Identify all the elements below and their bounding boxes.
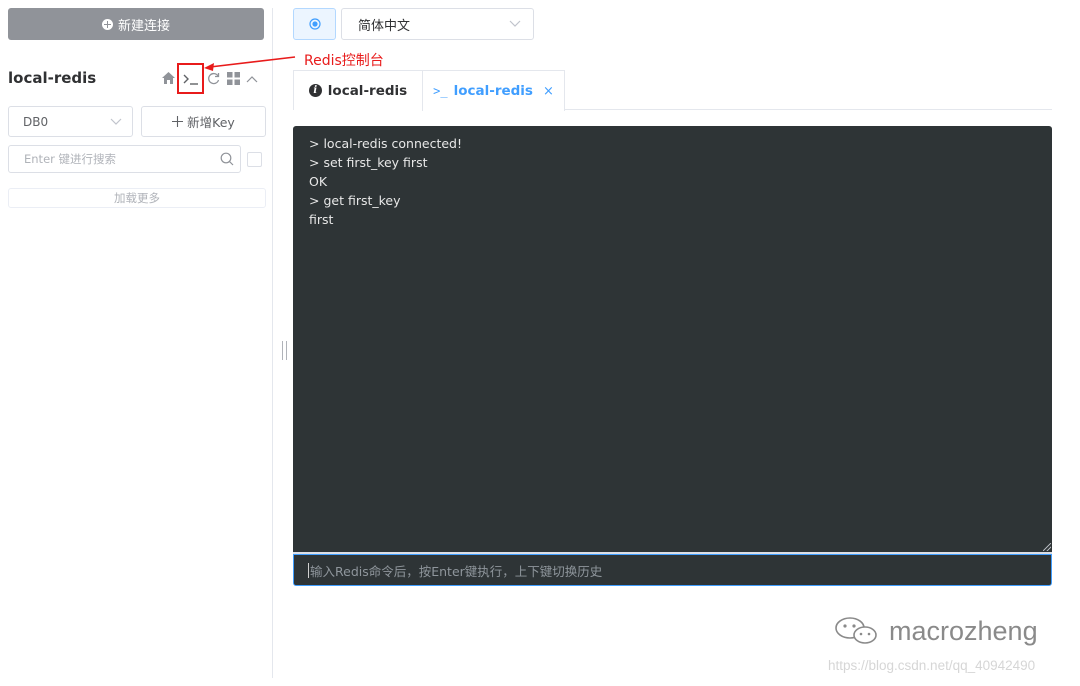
watermark-brand: macrozheng	[833, 615, 1038, 647]
load-more-button[interactable]: 加载更多	[8, 188, 266, 208]
console-line: > get first_key	[309, 193, 401, 208]
add-key-button[interactable]: 新增Key	[141, 106, 266, 137]
resize-handle[interactable]	[282, 341, 287, 360]
sidebar-divider	[272, 8, 273, 678]
annotation-arrow	[204, 56, 296, 71]
tab-status-label: local-redis	[327, 82, 408, 99]
language-select[interactable]: 简体中文	[341, 8, 534, 40]
new-connection-button[interactable]: 新建连接	[8, 8, 264, 40]
watermark-brand-text: macrozheng	[889, 615, 1038, 646]
tab-console[interactable]: >_ local-redis ×	[422, 70, 565, 111]
console-output[interactable]: > local-redis connected! > set first_key…	[293, 126, 1052, 554]
annotation-label: Redis控制台	[304, 53, 384, 69]
db-select-value: DB0	[23, 114, 49, 129]
home-icon[interactable]	[160, 70, 176, 86]
db-select[interactable]: DB0	[8, 106, 133, 137]
language-select-value: 简体中文	[358, 18, 411, 34]
command-input-placeholder: 输入Redis命令后，按Enter键执行，上下键切换历史	[310, 563, 603, 579]
wechat-icon	[835, 617, 877, 644]
exact-search-checkbox[interactable]	[247, 152, 262, 167]
text-caret	[308, 562, 309, 578]
watermark-url: https://blog.csdn.net/qq_40942490	[828, 658, 1036, 673]
chevron-down-icon	[110, 118, 122, 125]
add-key-label: 新增Key	[187, 115, 235, 130]
console-line: > local-redis connected!	[309, 136, 462, 151]
chevron-down-icon	[509, 20, 521, 27]
search-icon[interactable]	[220, 152, 234, 166]
new-connection-label: 新建连接	[117, 18, 170, 34]
console-line: OK	[309, 174, 328, 189]
load-more-label: 加载更多	[114, 191, 160, 205]
console-line: > set first_key first	[309, 155, 428, 170]
plus-circle-icon	[101, 18, 113, 30]
console-line: first	[309, 212, 334, 227]
tab-console-label: local-redis	[453, 83, 533, 99]
connection-name: local-redis	[8, 69, 97, 87]
radio-dot-icon	[308, 18, 321, 30]
resize-grip-icon[interactable]	[1043, 543, 1051, 551]
command-input[interactable]: 输入Redis命令后，按Enter键执行，上下键切换历史	[293, 554, 1052, 586]
console-icon: >_	[433, 84, 448, 98]
plus-icon	[172, 116, 184, 127]
dark-mode-toggle[interactable]	[293, 8, 336, 40]
tab-status[interactable]: i local-redis	[293, 70, 423, 110]
key-search-input[interactable]: Enter 键进行搜索	[8, 145, 241, 173]
close-icon[interactable]: ×	[543, 84, 554, 99]
key-search-placeholder: Enter 键进行搜索	[24, 152, 117, 166]
info-icon: i	[308, 84, 322, 97]
